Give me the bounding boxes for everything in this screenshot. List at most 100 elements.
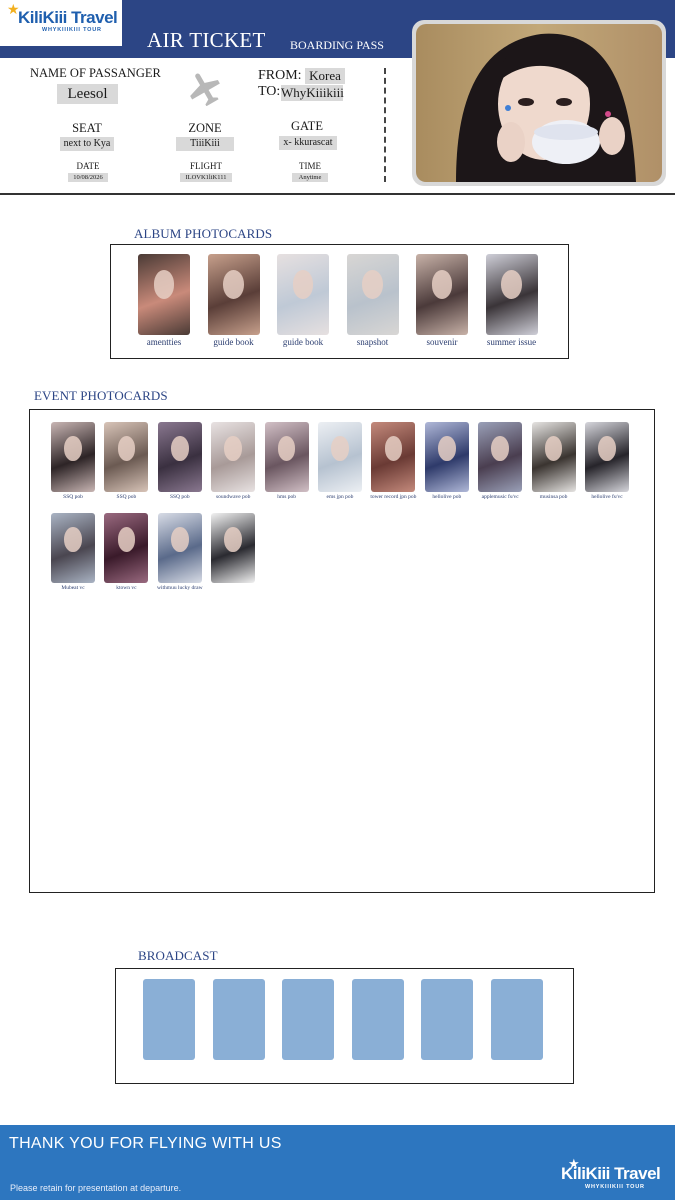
photocard-figure (64, 527, 82, 552)
passenger-name-label: NAME OF PASSANGER (30, 66, 161, 80)
from-value: Korea (305, 68, 345, 84)
gate-label: GATE (291, 119, 323, 133)
footer-band: THANK YOU FOR FLYING WITH US Please reta… (0, 1125, 675, 1200)
photocard-figure (224, 436, 242, 461)
photocard-figure (292, 270, 314, 299)
broadcast-slot[interactable] (212, 979, 265, 1060)
seat-label: SEAT (72, 121, 102, 135)
passenger-photo-image (416, 24, 662, 182)
photocard-figure (170, 436, 189, 461)
flight-value: ILOVK1liK111 (180, 173, 232, 182)
album-photocard[interactable] (277, 254, 329, 335)
album-photocard[interactable] (346, 254, 399, 335)
airplane-icon (190, 73, 220, 106)
event-photocard[interactable] (371, 422, 416, 492)
footer-thanks: THANK YOU FOR FLYING WITH US (9, 1135, 282, 1152)
from-label: FROM: (258, 68, 302, 83)
photocard-figure (544, 436, 563, 461)
photocard-caption: hms pob (277, 494, 296, 500)
ticket-subtitle: BOARDING PASS (290, 38, 384, 52)
photocard-caption: soundwave pob (216, 494, 251, 500)
time-value: Anytime (292, 173, 328, 182)
photocard-figure (501, 270, 522, 299)
event-photocard[interactable] (478, 422, 523, 492)
photocard-figure (170, 527, 189, 552)
event-photocard[interactable] (104, 422, 149, 492)
footer-logo-tagline: WHYKIIIKIII TOUR (585, 1184, 645, 1190)
flight-label: FLIGHT (190, 161, 222, 171)
photocard-caption: tower record jpn pob (370, 494, 417, 500)
date-value: 10/08/2026 (68, 173, 108, 182)
photocard-figure (362, 270, 383, 299)
photocard-figure (331, 436, 349, 461)
photocard-figure (117, 527, 136, 552)
broadcast-slot[interactable] (143, 979, 195, 1060)
event-photocard[interactable] (264, 422, 309, 492)
photocard-caption: summer issue (486, 337, 537, 347)
photocard-caption: ktown vc (116, 585, 137, 591)
photocard-caption: souvenir (426, 337, 458, 347)
zone-value: TiiiKiii (176, 137, 234, 151)
ticket-divider (0, 193, 675, 195)
ticket-title: AIR TICKET (147, 28, 266, 52)
broadcast-slot[interactable] (351, 979, 404, 1060)
event-photocard[interactable] (211, 513, 256, 583)
broadcast-slot[interactable] (282, 979, 334, 1060)
event-photocard[interactable] (531, 422, 576, 492)
photocard-figure (224, 527, 242, 552)
brand-logo: ★ KiliKiii Travel WHYKIIIKIII TOUR (0, 0, 122, 46)
photocard-caption: Mubeat vc (61, 585, 85, 591)
photocard-caption: hellolive pob (432, 494, 462, 500)
photocard-caption: musinsa pob (539, 494, 568, 500)
photocard-caption: guide book (282, 337, 324, 347)
photocard-figure (431, 270, 453, 299)
footer-logo-name: KiliKiii Travel (561, 1164, 661, 1183)
photocard-caption: SSQ pob (116, 494, 137, 500)
photocard-caption: guide book (213, 337, 254, 347)
seat-value: next to Kya (60, 137, 114, 151)
broadcast-slot[interactable] (421, 979, 473, 1060)
gate-value: x- kkurascat (279, 136, 337, 150)
photocard-figure (491, 436, 509, 461)
event-photocard[interactable] (51, 513, 95, 583)
photocard-figure (384, 436, 403, 461)
photocard-caption: snapshot (356, 337, 389, 347)
photocard-caption: withmuu lucky draw (157, 585, 203, 591)
album-photocard[interactable] (207, 254, 260, 335)
photocard-caption: SSQ pob (169, 494, 190, 500)
event-photocard[interactable] (585, 422, 629, 492)
photocard-caption: SSQ pob (63, 494, 83, 500)
photocard-caption: amentties (146, 337, 182, 347)
photocard-figure (64, 436, 82, 461)
event-photocard[interactable] (424, 422, 469, 492)
event-photocard[interactable] (211, 422, 256, 492)
event-section-title: EVENT PHOTOCARDS (34, 388, 168, 403)
event-photocard[interactable] (157, 513, 202, 583)
time-label: TIME (299, 161, 321, 171)
ticket-perforation (384, 68, 386, 182)
album-photocard[interactable] (485, 254, 538, 335)
photocard-caption: hellolive fs/vc (591, 494, 623, 500)
to-value: WhyKiiikiii (281, 85, 344, 101)
album-section-title: ALBUM PHOTOCARDS (134, 226, 273, 241)
event-photocard[interactable] (104, 513, 149, 583)
broadcast-section-title: BROADCAST (138, 948, 218, 963)
album-photocard[interactable] (416, 254, 468, 335)
event-photocard[interactable] (318, 422, 362, 492)
footer-retain-note: Please retain for presentation at depart… (10, 1183, 182, 1193)
event-photocard[interactable] (51, 422, 95, 492)
photocard-figure (223, 270, 244, 299)
broadcast-slot[interactable] (490, 979, 543, 1060)
event-photocard[interactable] (157, 422, 202, 492)
photocard-figure (153, 270, 175, 299)
passenger-photo (412, 20, 666, 186)
photocard-caption: ems jpn pob (326, 494, 354, 500)
photocard-caption: applemusic fs/vc (481, 494, 519, 500)
photocard-figure (117, 436, 136, 461)
to-label: TO: (258, 84, 281, 99)
photocard-figure (437, 436, 456, 461)
photocard-figure (277, 436, 296, 461)
date-label: DATE (76, 161, 100, 171)
brand-logo-tagline: WHYKIIIKIII TOUR (42, 27, 102, 33)
album-photocard[interactable] (138, 254, 190, 335)
